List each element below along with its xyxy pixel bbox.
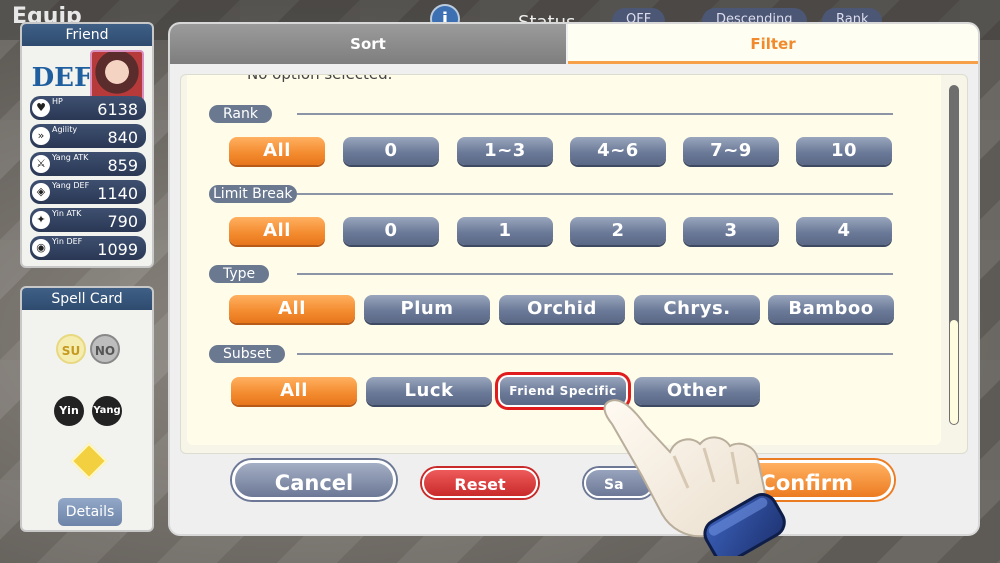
- stat-row-yin-atk: ✦ Yin ATK 790: [30, 208, 146, 232]
- reset-button[interactable]: Reset: [422, 468, 538, 498]
- section-divider: [297, 273, 893, 275]
- pointing-hand-icon: [603, 399, 786, 556]
- rank-option-0[interactable]: 0: [343, 137, 439, 165]
- type-option-chrys[interactable]: Chrys.: [634, 295, 760, 323]
- filter-scroll-content[interactable]: No option selected. Rank All 0 1~3 4~6 7…: [187, 75, 941, 445]
- stat-value: 840: [107, 128, 138, 147]
- limit-break-option-1[interactable]: 1: [457, 217, 553, 245]
- stat-value: 6138: [97, 100, 138, 119]
- stat-row-agility: » Agility 840: [30, 124, 146, 148]
- yang-badge: Yang: [92, 396, 122, 426]
- stat-row-yang-atk: ⚔ Yang ATK 859: [30, 152, 146, 176]
- rank-option-10[interactable]: 10: [796, 137, 892, 165]
- subset-option-luck[interactable]: Luck: [366, 377, 492, 405]
- limit-break-option-0[interactable]: 0: [343, 217, 439, 245]
- tab-sort[interactable]: Sort: [170, 24, 566, 64]
- stat-value: 790: [107, 212, 138, 231]
- agility-icon: »: [32, 127, 50, 145]
- friend-panel-header: Friend: [22, 24, 152, 46]
- rank-option-7-9[interactable]: 7~9: [683, 137, 779, 165]
- friend-panel: Friend DEF ♥ HP 6138 » Agility 840 ⚔ Yan…: [20, 22, 154, 268]
- stat-value: 1099: [97, 240, 138, 259]
- stat-name: Yin ATK: [52, 209, 82, 218]
- stat-row-hp: ♥ HP 6138: [30, 96, 146, 120]
- type-option-bamboo[interactable]: Bamboo: [768, 295, 894, 323]
- spell-card-header: Spell Card: [22, 288, 152, 310]
- section-label-rank: Rank: [209, 105, 272, 123]
- stat-value: 1140: [97, 184, 138, 203]
- rank-option-4-6[interactable]: 4~6: [570, 137, 666, 165]
- stat-name: HP: [52, 97, 63, 106]
- section-label-subset: Subset: [209, 345, 286, 363]
- barrier-icon: ◉: [32, 239, 50, 257]
- section-divider: [297, 113, 893, 115]
- type-option-all[interactable]: All: [229, 295, 355, 323]
- section-label-limit-break: Limit Break: [209, 185, 297, 203]
- rank-option-1-3[interactable]: 1~3: [457, 137, 553, 165]
- filter-scrollbar[interactable]: [949, 85, 959, 425]
- section-divider: [297, 193, 893, 195]
- limit-break-option-4[interactable]: 4: [796, 217, 892, 245]
- sort-filter-modal: Sort Filter No option selected. Rank All…: [170, 24, 978, 534]
- section-label-type: Type: [209, 265, 270, 283]
- spell-card-panel: Spell Card SU NO Yin Yang Details: [20, 286, 154, 532]
- stat-row-yin-def: ◉ Yin DEF 1099: [30, 236, 146, 260]
- element-crystal-icon: [70, 442, 108, 480]
- limit-break-option-all[interactable]: All: [229, 217, 325, 245]
- heart-icon: ♥: [32, 99, 50, 117]
- sword-icon: ⚔: [32, 155, 50, 173]
- tab-filter[interactable]: Filter: [568, 24, 978, 64]
- yin-badge: Yin: [54, 396, 84, 426]
- stat-value: 859: [107, 156, 138, 175]
- section-divider: [297, 353, 893, 355]
- details-button[interactable]: Details: [58, 498, 122, 526]
- limit-break-option-3[interactable]: 3: [683, 217, 779, 245]
- stat-name: Agility: [52, 125, 78, 134]
- subset-option-all[interactable]: All: [231, 377, 357, 405]
- selection-summary: No option selected.: [247, 75, 392, 83]
- flame-icon: ✦: [32, 211, 50, 229]
- no-badge: NO: [90, 334, 120, 364]
- shield-icon: ◈: [32, 183, 50, 201]
- stat-row-yang-def: ◈ Yang DEF 1140: [30, 180, 146, 204]
- filter-options-area: No option selected. Rank All 0 1~3 4~6 7…: [180, 74, 968, 454]
- type-option-plum[interactable]: Plum: [364, 295, 490, 323]
- stat-name: Yang DEF: [52, 181, 90, 190]
- limit-break-option-2[interactable]: 2: [570, 217, 666, 245]
- su-badge: SU: [56, 334, 86, 364]
- stat-name: Yin DEF: [52, 237, 83, 246]
- def-badge-icon: DEF: [31, 63, 93, 93]
- rank-option-all[interactable]: All: [229, 137, 325, 165]
- scrollbar-thumb[interactable]: [950, 320, 958, 424]
- type-option-orchid[interactable]: Orchid: [499, 295, 625, 323]
- stat-name: Yang ATK: [52, 153, 89, 162]
- cancel-button[interactable]: Cancel: [232, 460, 396, 500]
